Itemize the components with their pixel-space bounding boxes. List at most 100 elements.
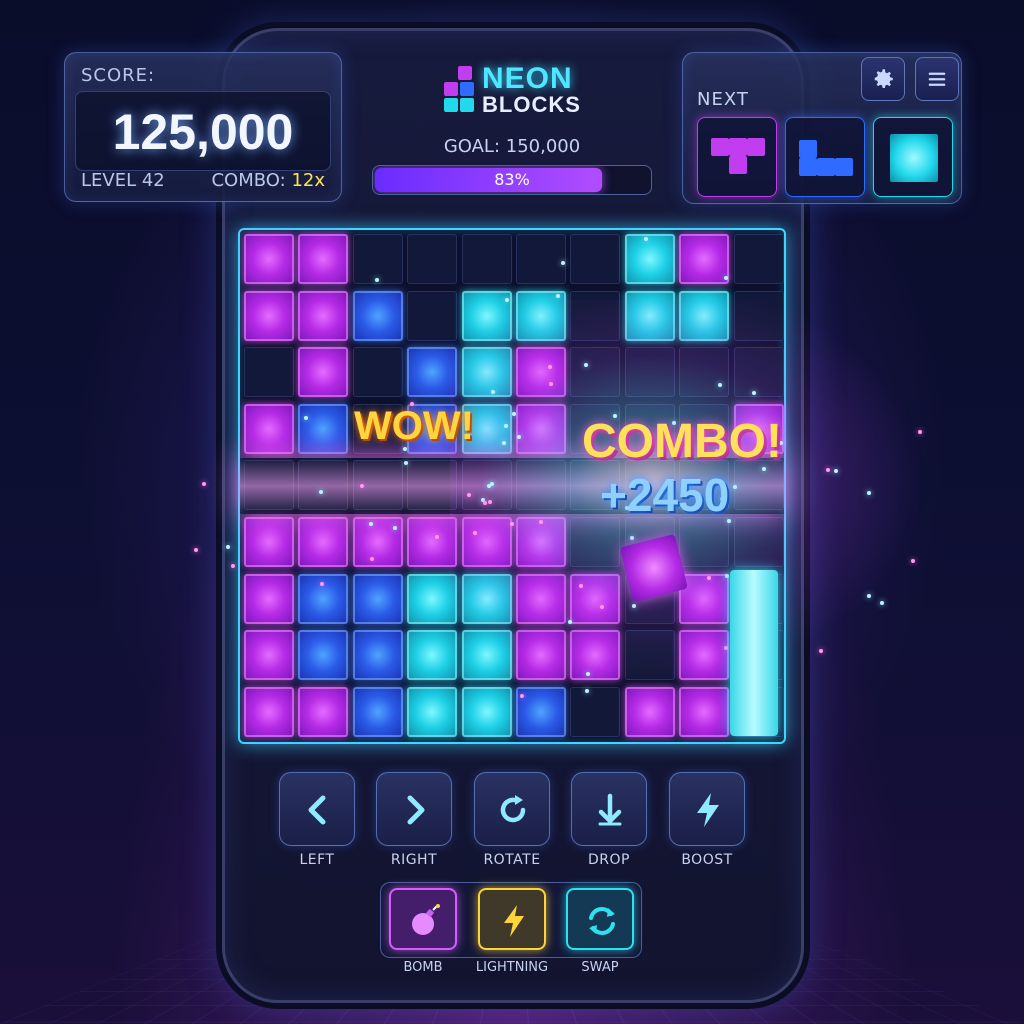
level-text: LEVEL 42	[81, 170, 165, 191]
board-block	[352, 573, 403, 624]
board-block	[516, 630, 566, 681]
boost-button[interactable]	[669, 772, 745, 846]
score-panel: SCORE: 125,000 LEVEL 42 COMBO: 12x	[64, 52, 342, 202]
lightning-icon	[697, 793, 719, 827]
bomb-icon	[412, 904, 440, 935]
board-block	[570, 573, 621, 624]
left-button-label: LEFT	[299, 852, 335, 868]
board-cell-empty	[570, 234, 621, 284]
swap-label: SWAP	[581, 960, 619, 975]
spark-particle	[567, 619, 572, 624]
combo-popup: COMBO!	[582, 415, 782, 468]
spark-particle	[231, 563, 236, 568]
spark-particle	[201, 481, 206, 486]
board-block	[298, 347, 349, 398]
settings-button[interactable]	[861, 57, 905, 101]
board-cell-empty	[733, 234, 784, 284]
board-block	[679, 573, 730, 624]
board-cell-empty	[407, 234, 458, 284]
board-cell-empty	[352, 347, 403, 398]
board-cell-empty	[624, 630, 675, 681]
spark-particle	[375, 277, 380, 282]
board-block	[461, 517, 512, 567]
board-block	[461, 573, 512, 624]
spark-particle	[911, 559, 916, 564]
lightning-icon	[504, 905, 524, 937]
board-block	[679, 686, 730, 737]
board-block	[352, 517, 403, 567]
lightning-label: LIGHTNING	[475, 960, 549, 975]
i-piece-vertical	[730, 570, 778, 736]
next-piece-1	[697, 117, 777, 197]
score-value: 125,000	[112, 104, 294, 160]
combo-info: COMBO: 12x	[211, 170, 325, 191]
left-button[interactable]	[279, 772, 355, 846]
spark-particle	[723, 276, 728, 281]
board-cell-empty	[570, 347, 621, 398]
board-cell-empty	[570, 686, 621, 737]
spark-particle	[434, 534, 439, 539]
spark-particle	[918, 430, 923, 435]
board-block	[298, 517, 349, 567]
board-cell-empty	[352, 234, 403, 284]
right-button[interactable]	[376, 772, 452, 846]
next-piece-3	[873, 117, 953, 197]
rotate-button-label: ROTATE	[483, 852, 541, 868]
board-block	[352, 686, 403, 737]
spark-particle	[834, 468, 839, 473]
chevron-right-icon	[407, 795, 425, 825]
drop-icon	[598, 793, 622, 826]
spark-particle	[403, 461, 408, 465]
board-cell-empty	[624, 347, 675, 398]
rotate-button[interactable]	[474, 772, 550, 846]
board-block	[407, 347, 458, 398]
bomb-powerup-button[interactable]	[389, 888, 457, 950]
spark-particle	[359, 483, 364, 488]
menu-button[interactable]	[915, 57, 959, 101]
swap-powerup-button[interactable]	[566, 888, 634, 950]
board-block	[461, 686, 512, 737]
board-block	[516, 573, 566, 624]
gear-icon	[874, 69, 893, 88]
board-block	[570, 630, 621, 681]
score-footer: LEVEL 42 COMBO: 12x	[65, 170, 341, 191]
logo-title-neon: NEON	[482, 62, 573, 95]
next-label: NEXT	[697, 89, 749, 110]
game-logo: NEON BLOCKS	[438, 62, 598, 118]
spark-particle	[643, 236, 648, 241]
board-block	[516, 290, 566, 341]
board-block	[244, 403, 294, 454]
board-cell-empty	[407, 290, 458, 341]
bonus-points-popup: +2450	[600, 469, 730, 521]
spark-particle	[751, 391, 756, 396]
lightning-powerup-button[interactable]	[478, 888, 546, 950]
board-block	[298, 290, 349, 341]
score-display: 125,000	[75, 91, 331, 171]
spark-particle	[303, 416, 308, 421]
spark-particle	[867, 491, 872, 496]
board-block	[679, 630, 730, 681]
spark-particle	[520, 693, 525, 698]
goal-text: GOAL: 150,000	[443, 136, 581, 157]
board-cell-empty	[244, 347, 294, 398]
board-block	[624, 290, 675, 341]
rotate-icon	[500, 795, 526, 823]
spark-particle	[725, 573, 730, 578]
logo-blocks-icon	[438, 66, 474, 114]
spark-particle	[818, 648, 823, 653]
drop-button[interactable]	[571, 772, 647, 846]
spark-particle	[706, 576, 711, 581]
board-block	[461, 290, 512, 341]
board-block	[244, 686, 294, 737]
wow-text: WOW!	[354, 404, 474, 448]
board-block	[352, 630, 403, 681]
board-block	[461, 630, 512, 681]
spark-particle	[486, 483, 491, 488]
board-block	[407, 573, 458, 624]
combo-multiplier: 12x	[291, 170, 325, 191]
spark-particle	[318, 490, 323, 495]
board-block	[244, 290, 294, 341]
board-block	[679, 290, 730, 341]
boost-button-label: BOOST	[681, 852, 733, 868]
menu-icon	[928, 72, 946, 86]
